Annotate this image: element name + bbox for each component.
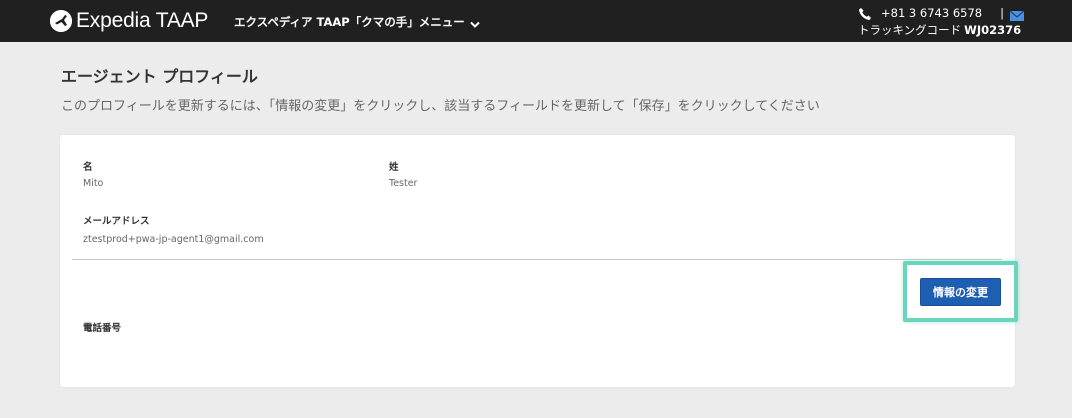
top-navigation-bar: Expedia TAAP エクスペディア TAAP「クマの手」メニュー +81 …	[0, 0, 1072, 42]
taap-menu-dropdown[interactable]: エクスペディア TAAP「クマの手」メニュー	[234, 14, 480, 30]
contact-info: +81 3 6743 6578 | トラッキングコード WJ02376	[858, 5, 1058, 39]
last-name-label: 姓	[389, 162, 399, 173]
separator: |	[1000, 6, 1004, 20]
email-value: ztestprod+pwa-jp-agent1@gmail.com	[83, 234, 264, 245]
tracking-code-label: トラッキングコード	[858, 23, 962, 37]
mail-icon[interactable]	[1009, 9, 1025, 21]
expedia-taap-logo[interactable]: Expedia TAAP	[50, 9, 208, 33]
phone-label: 電話番号	[83, 323, 122, 334]
logo-text: Expedia TAAP	[76, 9, 209, 32]
phone-number[interactable]: +81 3 6743 6578	[881, 5, 982, 22]
expedia-logo-icon	[50, 10, 72, 32]
section-divider	[72, 259, 1002, 260]
first-name-label: 名	[83, 162, 93, 173]
first-name-value: Mito	[83, 178, 104, 189]
menu-label: エクスペディア TAAP「クマの手」メニュー	[234, 15, 465, 29]
last-name-value: Tester	[389, 178, 418, 189]
edit-information-button[interactable]: 情報の変更	[920, 278, 1001, 306]
page-title: エージェント プロフィール	[61, 67, 258, 86]
page-description: このプロフィールを更新するには、「情報の変更」をクリックし、該当するフィールドを…	[61, 99, 820, 114]
profile-card: 名 Mito 姓 Tester メールアドレス ztestprod+pwa-jp…	[60, 135, 1018, 387]
phone-icon	[858, 7, 872, 21]
tracking-code-value: WJ02376	[964, 23, 1022, 37]
chevron-down-icon	[470, 18, 480, 28]
email-label: メールアドレス	[83, 216, 150, 227]
